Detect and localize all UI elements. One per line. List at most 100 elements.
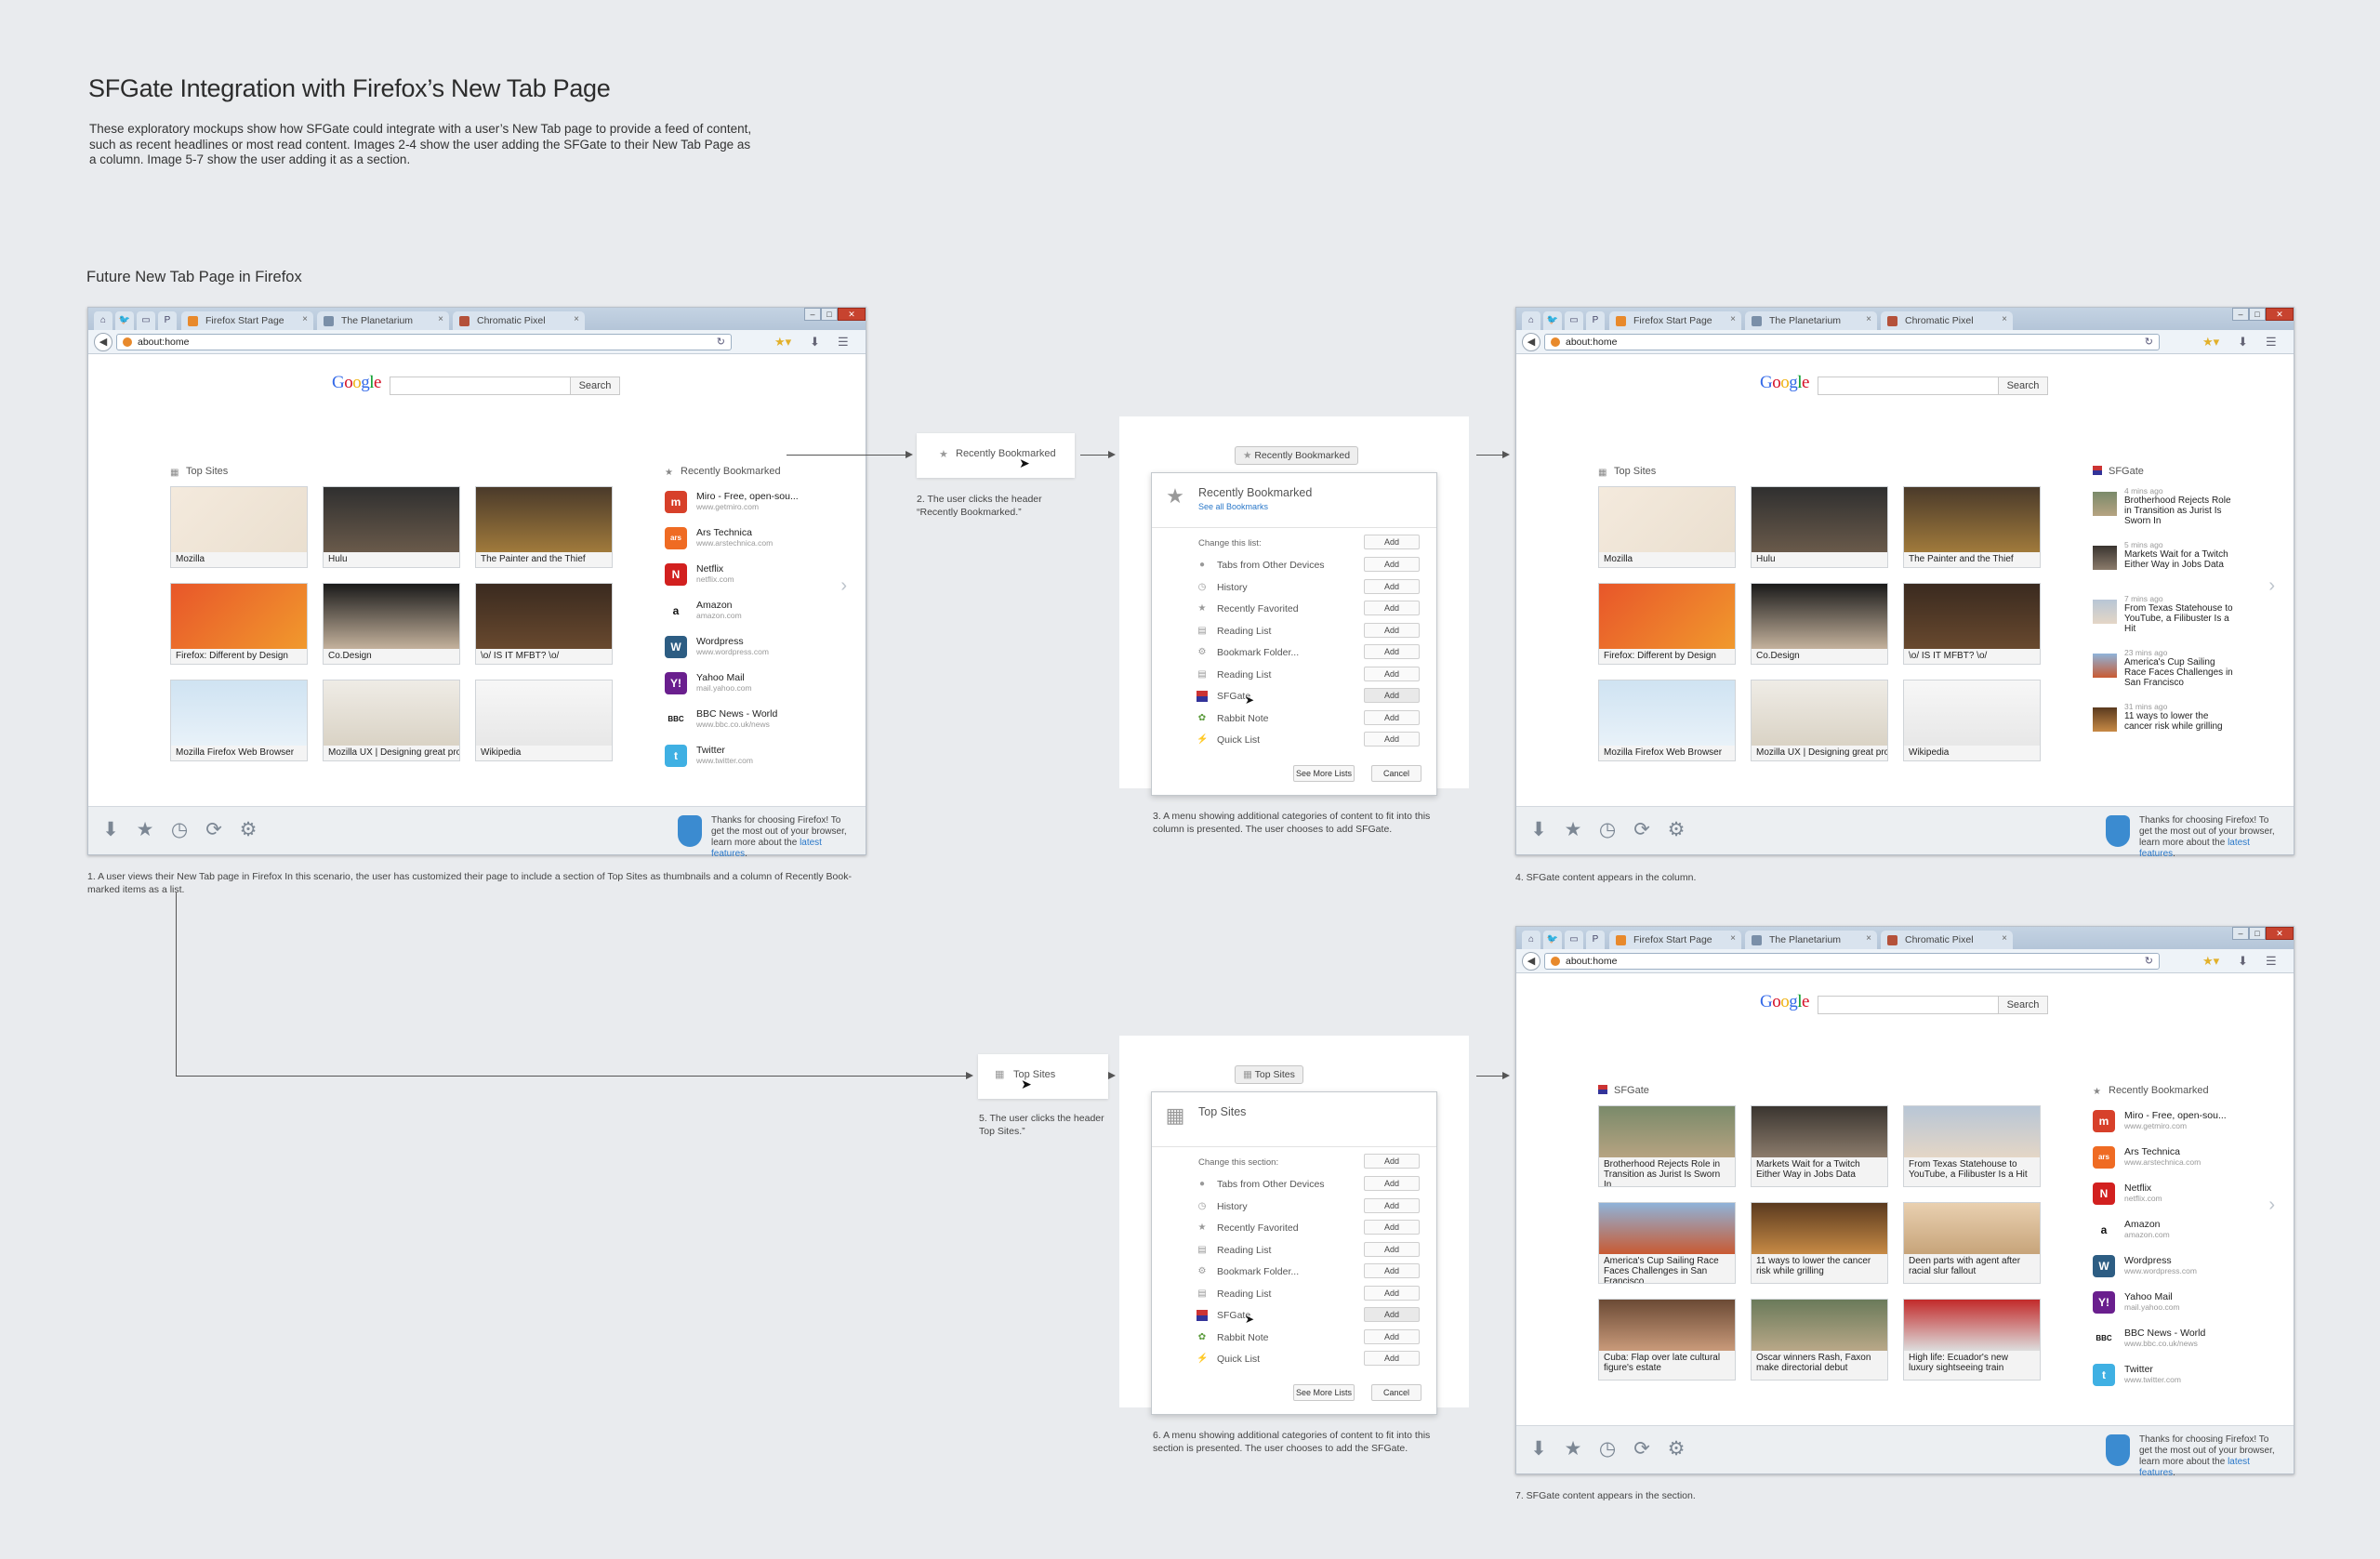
twitter-tab[interactable]: 🐦 bbox=[115, 311, 134, 330]
add-button[interactable]: Add bbox=[1364, 1263, 1420, 1278]
bookmarks-icon[interactable]: ★ bbox=[134, 819, 156, 841]
top-site-thumbnail[interactable]: Co.Design bbox=[323, 583, 460, 665]
top-sites-header[interactable]: ▦ Top Sites bbox=[170, 466, 228, 478]
sfgate-item[interactable]: 4 mins ago Brotherhood Rejects Role in Tr… bbox=[2093, 486, 2232, 538]
home-tab[interactable]: ⌂ bbox=[1522, 311, 1540, 330]
url-bar[interactable]: about:home ↻ bbox=[1544, 953, 2160, 970]
maximize-button[interactable]: □ bbox=[2249, 927, 2266, 940]
browser-tab[interactable]: Chromatic Pixel × bbox=[1881, 931, 2013, 949]
browser-tab[interactable]: Chromatic Pixel × bbox=[453, 311, 585, 330]
top-site-thumbnail[interactable]: The Painter and the Thief bbox=[1903, 486, 2041, 568]
history-icon[interactable]: ◷ bbox=[168, 819, 191, 841]
popup-row[interactable]: ▤ Reading List Add bbox=[1197, 1241, 1420, 1262]
popup-row[interactable]: ⚙ Bookmark Folder... Add bbox=[1197, 644, 1420, 665]
cancel-button[interactable]: Cancel bbox=[1371, 765, 1421, 782]
close-window-button[interactable]: ✕ bbox=[2266, 927, 2294, 940]
add-button[interactable]: Add bbox=[1364, 1351, 1420, 1366]
close-window-button[interactable]: ✕ bbox=[2266, 308, 2294, 321]
bookmark-item[interactable]: t Twitter www.twitter.com bbox=[2093, 1363, 2241, 1391]
google-search-button[interactable]: Search bbox=[1998, 996, 2048, 1014]
back-button[interactable]: ◀ bbox=[94, 333, 112, 351]
close-tab-icon[interactable]: × bbox=[2002, 933, 2007, 944]
download-icon[interactable]: ⬇ bbox=[1527, 1438, 1550, 1460]
top-site-thumbnail[interactable]: Mozilla bbox=[170, 486, 308, 568]
popup-row[interactable]: ▤ Reading List Add bbox=[1197, 666, 1420, 687]
bookmark-item[interactable]: Y! Yahoo Mail mail.yahoo.com bbox=[2093, 1290, 2241, 1318]
add-button[interactable]: Add bbox=[1364, 578, 1420, 594]
popup-row[interactable]: ● Tabs from Other Devices Add bbox=[1197, 1176, 1420, 1196]
reload-icon[interactable]: ↻ bbox=[2145, 336, 2153, 348]
add-button[interactable]: Add bbox=[1364, 732, 1420, 746]
bookmark-item[interactable]: m Miro - Free, open-sou... www.getmiro.com bbox=[665, 490, 813, 518]
top-site-thumbnail[interactable]: Mozilla UX | Designing great pro bbox=[1751, 680, 1888, 761]
add-button[interactable]: Add bbox=[1364, 1328, 1420, 1344]
google-search-input[interactable] bbox=[390, 377, 575, 395]
top-site-thumbnail[interactable]: Mozilla bbox=[1598, 486, 1736, 568]
bookmark-item[interactable]: N Netflix netflix.com bbox=[2093, 1182, 2241, 1209]
minimize-button[interactable]: – bbox=[2232, 308, 2249, 321]
cancel-button[interactable]: Cancel bbox=[1371, 1384, 1421, 1401]
recently-bookmarked-header-mini[interactable]: ★ Recently Bookmarked ➤ bbox=[917, 433, 1075, 478]
top-site-thumbnail[interactable]: Firefox: Different by Design bbox=[1598, 583, 1736, 665]
pinned-tab[interactable]: P bbox=[1586, 311, 1605, 330]
add-button[interactable]: Add bbox=[1364, 688, 1420, 703]
back-button[interactable]: ◀ bbox=[1522, 952, 1540, 971]
sync-icon[interactable]: ⟳ bbox=[1631, 819, 1653, 841]
popup-row[interactable]: ✿ Rabbit Note Add bbox=[1197, 709, 1420, 731]
top-site-thumbnail[interactable]: \o/ IS IT MFBT? \o/ bbox=[475, 583, 613, 665]
url-bar[interactable]: about:home ↻ bbox=[116, 334, 732, 350]
news-card[interactable]: Oscar winners Rash, Faxon make directori… bbox=[1751, 1299, 1888, 1381]
add-button[interactable]: Add bbox=[1364, 1220, 1420, 1235]
top-sites-pill[interactable]: ▦ Top Sites bbox=[1235, 1065, 1303, 1084]
top-site-thumbnail[interactable]: \o/ IS IT MFBT? \o/ bbox=[1903, 583, 2041, 665]
add-button[interactable]: Add bbox=[1364, 644, 1420, 659]
google-search-button[interactable]: Search bbox=[570, 377, 620, 395]
close-tab-icon[interactable]: × bbox=[438, 314, 443, 324]
close-window-button[interactable]: ✕ bbox=[838, 308, 866, 321]
bookmark-item[interactable]: N Netflix netflix.com bbox=[665, 562, 813, 590]
popup-row[interactable]: ⚙ Bookmark Folder... Add bbox=[1197, 1263, 1420, 1284]
popup-row[interactable]: ▤ Reading List Add bbox=[1197, 1285, 1420, 1306]
reload-icon[interactable]: ↻ bbox=[2145, 955, 2153, 967]
bookmark-item[interactable]: a Amazon amazon.com bbox=[665, 599, 813, 627]
popup-row[interactable]: ▤ Reading List Add bbox=[1197, 622, 1420, 643]
top-site-thumbnail[interactable]: Mozilla UX | Designing great pro bbox=[323, 680, 460, 761]
popup-row[interactable]: ⚡ Quick List Add bbox=[1197, 732, 1420, 752]
maximize-button[interactable]: □ bbox=[2249, 308, 2266, 321]
top-site-thumbnail[interactable]: Mozilla Firefox Web Browser bbox=[170, 680, 308, 761]
news-card[interactable]: Cuba: Flap over late cultural figure's e… bbox=[1598, 1299, 1736, 1381]
close-tab-icon[interactable]: × bbox=[1866, 933, 1871, 944]
browser-tab[interactable]: Firefox Start Page × bbox=[181, 311, 313, 330]
home-tab[interactable]: ⌂ bbox=[94, 311, 112, 330]
add-button[interactable]: Add bbox=[1364, 1285, 1420, 1301]
history-icon[interactable]: ◷ bbox=[1596, 1438, 1619, 1460]
bookmark-item[interactable]: BBC BBC News - World www.bbc.co.uk/news bbox=[665, 707, 813, 735]
google-search-input[interactable] bbox=[1818, 377, 2003, 395]
google-search-input[interactable] bbox=[1818, 996, 2003, 1014]
bookmark-item[interactable]: ars Ars Technica www.arstechnica.com bbox=[2093, 1145, 2241, 1173]
news-card[interactable]: High life: Ecuador's new luxury sightsee… bbox=[1903, 1299, 2041, 1381]
add-button[interactable]: Add bbox=[1364, 1241, 1420, 1257]
browser-tab[interactable]: The Planetarium × bbox=[1745, 311, 1877, 330]
add-button[interactable]: Add bbox=[1364, 1154, 1420, 1169]
pinned-tab[interactable]: ▭ bbox=[1565, 931, 1583, 949]
close-tab-icon[interactable]: × bbox=[1866, 314, 1871, 324]
browser-tab[interactable]: Firefox Start Page × bbox=[1609, 311, 1741, 330]
popup-row[interactable]: ★ Recently Favorited Add bbox=[1197, 601, 1420, 621]
browser-tab[interactable]: Firefox Start Page × bbox=[1609, 931, 1741, 949]
add-button[interactable]: Add bbox=[1364, 1176, 1420, 1191]
download-icon[interactable]: ⬇ bbox=[2238, 335, 2248, 350]
download-icon[interactable]: ⬇ bbox=[2238, 954, 2248, 969]
twitter-tab[interactable]: 🐦 bbox=[1543, 931, 1562, 949]
bookmark-star-icon[interactable]: ★▾ bbox=[2202, 335, 2219, 350]
browser-tab[interactable]: The Planetarium × bbox=[317, 311, 449, 330]
top-site-thumbnail[interactable]: Firefox: Different by Design bbox=[170, 583, 308, 665]
browser-tab[interactable]: Chromatic Pixel × bbox=[1881, 311, 2013, 330]
pinned-tab[interactable]: ▭ bbox=[137, 311, 155, 330]
top-sites-header-mini[interactable]: ▦ Top Sites ➤ bbox=[978, 1054, 1108, 1099]
sfgate-item[interactable]: 5 mins ago Markets Wait for a Twitch Eith… bbox=[2093, 540, 2232, 592]
news-card[interactable]: 11 ways to lower the cancer risk while g… bbox=[1751, 1202, 1888, 1284]
download-icon[interactable]: ⬇ bbox=[810, 335, 820, 350]
popup-row[interactable]: ✿ Rabbit Note Add bbox=[1197, 1328, 1420, 1350]
recently-bookmarked-header[interactable]: ★ Recently Bookmarked bbox=[2093, 1085, 2209, 1097]
